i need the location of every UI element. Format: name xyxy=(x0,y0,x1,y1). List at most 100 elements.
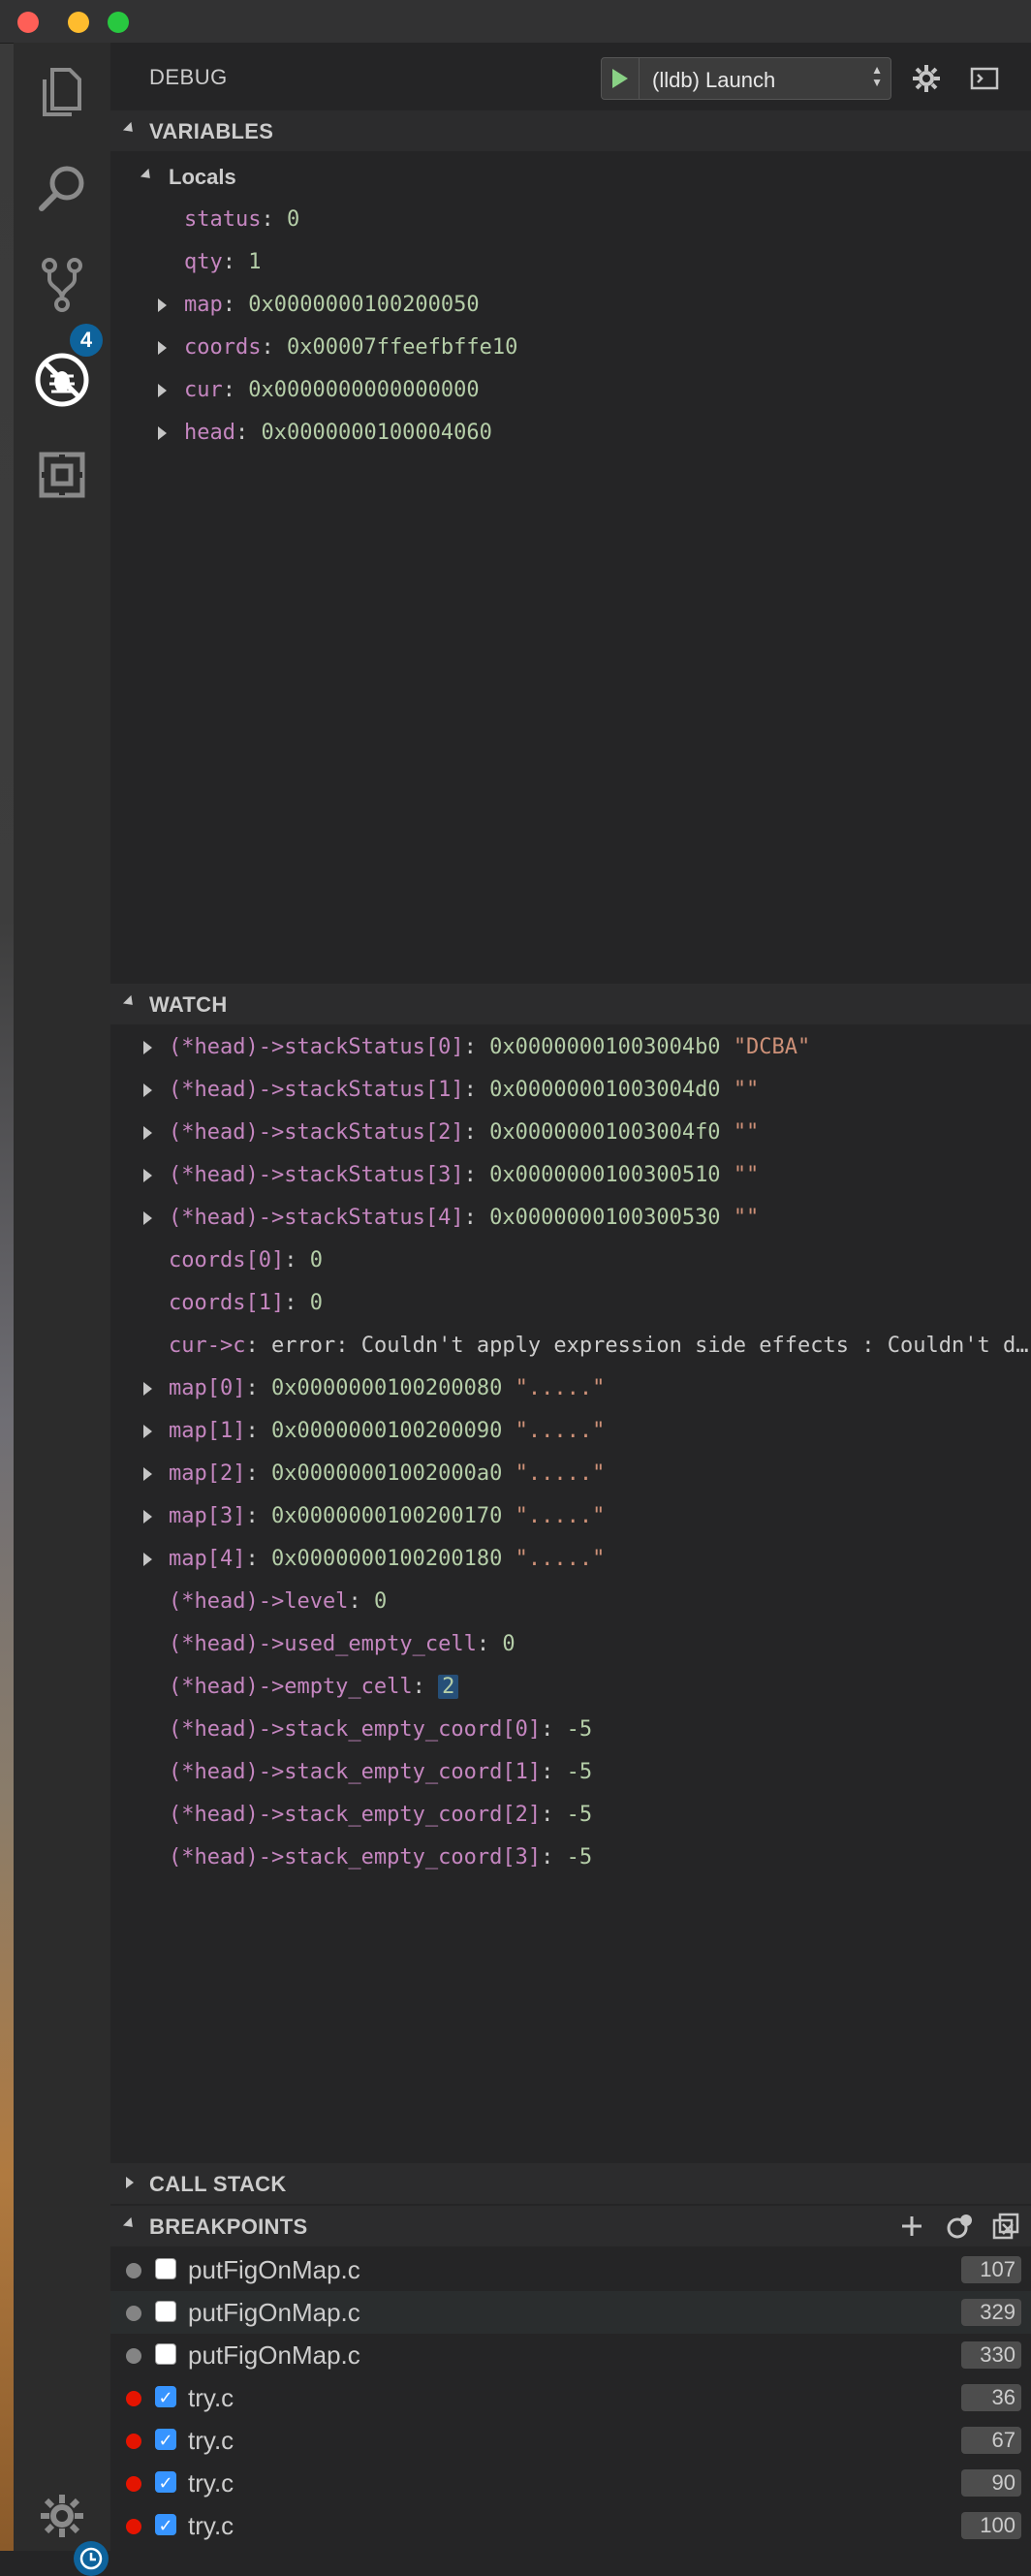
breakpoint-enabled-checkbox[interactable]: ✓ xyxy=(155,2471,176,2493)
variable-name: coords xyxy=(184,335,262,360)
minimize-window-button[interactable] xyxy=(68,12,89,33)
watch-string: "....." xyxy=(515,1376,606,1400)
watch-string: "" xyxy=(733,1120,760,1145)
watch-row[interactable]: coords[0]: 0 xyxy=(110,1239,1031,1281)
watch-row[interactable]: cur->c: error: Couldn't apply expression… xyxy=(110,1324,1031,1367)
source-control-icon[interactable] xyxy=(31,254,93,316)
locals-scope-label: Locals xyxy=(169,165,236,189)
breakpoint-row[interactable]: ✓ try.c 100 xyxy=(110,2504,1031,2547)
watch-text: (*head)->stackStatus[2]: 0x0000000100300… xyxy=(169,1120,759,1145)
watch-expression: (*head)->empty_cell xyxy=(169,1675,413,1699)
add-function-breakpoint-icon[interactable] xyxy=(895,2212,928,2241)
watch-text: (*head)->used_empty_cell: 0 xyxy=(169,1632,516,1656)
call-stack-section-header[interactable]: CALL STACK xyxy=(110,2163,1031,2204)
breakpoint-enabled-checkbox[interactable] xyxy=(155,2258,176,2279)
watch-value: 0 xyxy=(502,1632,516,1656)
watch-string: "....." xyxy=(515,1419,606,1443)
watch-row[interactable]: map[1]: 0x0000000100200090 "....." xyxy=(110,1409,1031,1452)
watch-row[interactable]: (*head)->stack_empty_coord[3]: -5 xyxy=(110,1836,1031,1878)
watch-text: (*head)->stackStatus[0]: 0x0000000100300… xyxy=(169,1035,810,1059)
watch-section-header[interactable]: WATCH xyxy=(110,984,1031,1024)
gear-icon[interactable] xyxy=(31,2485,93,2547)
watch-row[interactable]: (*head)->stackStatus[0]: 0x0000000100300… xyxy=(110,1025,1031,1068)
zoom-window-button[interactable] xyxy=(108,12,129,33)
colon-separator: : xyxy=(261,207,287,232)
close-window-button[interactable] xyxy=(17,12,39,33)
variable-row[interactable]: coords: 0x00007ffeefbffe10 xyxy=(110,326,1031,368)
variable-row[interactable]: cur: 0x0000000000000000 xyxy=(110,368,1031,411)
toggle-breakpoints-icon[interactable] xyxy=(944,2212,977,2241)
debug-console-icon[interactable] xyxy=(965,61,1004,96)
watch-value: 0x0000000100200180 xyxy=(270,1547,503,1571)
watch-row[interactable]: (*head)->stack_empty_coord[2]: -5 xyxy=(110,1793,1031,1836)
launch-configuration-label: (lldb) Launch xyxy=(652,68,776,92)
watch-text: (*head)->stackStatus[4]: 0x0000000100300… xyxy=(169,1206,759,1230)
watch-row[interactable]: (*head)->stackStatus[1]: 0x0000000100300… xyxy=(110,1068,1031,1111)
watch-row[interactable]: (*head)->stack_empty_coord[1]: -5 xyxy=(110,1750,1031,1793)
breakpoint-enabled-checkbox[interactable] xyxy=(155,2343,176,2365)
breakpoint-enabled-checkbox[interactable]: ✓ xyxy=(155,2386,176,2407)
breakpoint-line-badge: 90 xyxy=(961,2469,1021,2497)
locals-scope[interactable]: Locals xyxy=(110,155,1031,198)
extensions-icon[interactable] xyxy=(31,444,93,506)
watch-row[interactable]: coords[1]: 0 xyxy=(110,1281,1031,1324)
watch-error: error: Couldn't apply expression side ef… xyxy=(270,1334,1029,1358)
watch-row[interactable]: map[2]: 0x00000001002000a0 "....." xyxy=(110,1452,1031,1494)
watch-row[interactable]: map[3]: 0x0000000100200170 "....." xyxy=(110,1494,1031,1537)
breakpoint-row[interactable]: putFigOnMap.c 329 xyxy=(110,2291,1031,2334)
breakpoints-section-header[interactable]: BREAKPOINTS xyxy=(110,2206,1031,2246)
watch-text: map[4]: 0x0000000100200180 "....." xyxy=(169,1547,605,1571)
variable-row[interactable]: qty: 1 xyxy=(110,240,1031,283)
breakpoint-row[interactable]: putFigOnMap.c 107 xyxy=(110,2248,1031,2291)
watch-value: 0x0000000100300510 xyxy=(489,1163,721,1187)
variable-row[interactable]: map: 0x0000000100200050 xyxy=(110,283,1031,326)
explorer-files-icon[interactable] xyxy=(31,62,93,124)
chevron-right-icon xyxy=(143,1510,152,1524)
colon-separator: : xyxy=(245,1419,271,1443)
watch-row[interactable]: (*head)->used_empty_cell: 0 xyxy=(110,1622,1031,1665)
launch-configuration-select[interactable]: (lldb) Launch ▲ ▼ xyxy=(601,57,891,100)
remove-all-breakpoints-icon[interactable] xyxy=(990,2212,1023,2241)
chevron-right-icon xyxy=(143,1211,152,1225)
start-debugging-button[interactable] xyxy=(602,58,640,99)
variable-text: qty: 1 xyxy=(184,250,262,274)
watch-row[interactable]: (*head)->stackStatus[3]: 0x0000000100300… xyxy=(110,1153,1031,1196)
watch-value: 0x00000001003004f0 xyxy=(489,1120,721,1145)
debug-icon[interactable] xyxy=(31,349,93,411)
breakpoint-row[interactable]: ✓ try.c 90 xyxy=(110,2462,1031,2504)
watch-string: "DCBA" xyxy=(733,1035,811,1059)
chevron-down-icon xyxy=(140,168,155,183)
breakpoint-enabled-checkbox[interactable]: ✓ xyxy=(155,2429,176,2450)
watch-expression: (*head)->level xyxy=(169,1589,349,1614)
breakpoint-enabled-checkbox[interactable]: ✓ xyxy=(155,2514,176,2535)
watch-row[interactable]: map[0]: 0x0000000100200080 "....." xyxy=(110,1367,1031,1409)
watch-expression: map[1] xyxy=(169,1419,246,1443)
breakpoint-row[interactable]: putFigOnMap.c 330 xyxy=(110,2334,1031,2376)
variable-row[interactable]: head: 0x0000000100004060 xyxy=(110,411,1031,454)
watch-text: (*head)->stack_empty_coord[2]: -5 xyxy=(169,1803,592,1827)
watch-value: 0x00000001003004d0 xyxy=(489,1078,721,1102)
watch-row[interactable]: (*head)->level: 0 xyxy=(110,1580,1031,1622)
variable-row[interactable]: status: 0 xyxy=(110,198,1031,240)
search-icon[interactable] xyxy=(31,157,93,219)
breakpoint-row[interactable]: ✓ try.c 36 xyxy=(110,2376,1031,2419)
breakpoint-enabled-checkbox[interactable] xyxy=(155,2301,176,2322)
watch-row[interactable]: (*head)->empty_cell: 2 xyxy=(110,1665,1031,1708)
chevron-up-down-icon: ▲ ▼ xyxy=(871,63,883,89)
watch-row[interactable]: (*head)->stackStatus[4]: 0x0000000100300… xyxy=(110,1196,1031,1239)
colon-separator: : xyxy=(261,335,287,360)
watch-row[interactable]: (*head)->stackStatus[2]: 0x0000000100300… xyxy=(110,1111,1031,1153)
colon-separator: : xyxy=(284,1291,310,1315)
watch-text: (*head)->stack_empty_coord[0]: -5 xyxy=(169,1717,592,1742)
watch-expression: (*head)->stackStatus[4] xyxy=(169,1206,464,1230)
open-launch-json-gear-icon[interactable] xyxy=(907,59,946,98)
variables-header-label: VARIABLES xyxy=(149,119,274,143)
breakpoint-row[interactable]: ✓ try.c 67 xyxy=(110,2419,1031,2462)
variables-section-header[interactable]: VARIABLES xyxy=(110,110,1031,151)
watch-row[interactable]: map[4]: 0x0000000100200180 "....." xyxy=(110,1537,1031,1580)
chevron-down-icon xyxy=(122,994,138,1010)
watch-row[interactable]: (*head)->stack_empty_coord[0]: -5 xyxy=(110,1708,1031,1750)
breakpoint-file: putFigOnMap.c xyxy=(188,2340,360,2370)
